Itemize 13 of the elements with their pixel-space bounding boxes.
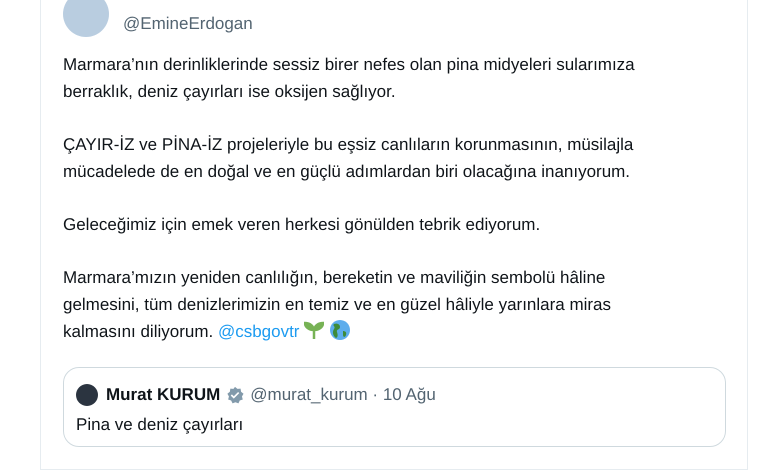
quoted-author-name[interactable]: Murat KURUM xyxy=(106,382,220,408)
globe-icon xyxy=(328,319,351,341)
tweet-paragraph: ÇAYIR-İZ ve PİNA-İZ projeleriyle bu eşsiz canlıların korunmasının, müsilajla mücadelede de en doğal ve en güçlü adımlardan biri olacağına inanıyorum. xyxy=(63,134,634,183)
quoted-handle-date: @murat_kurum · 10 Ağu xyxy=(250,384,436,406)
quoted-tweet-card[interactable]: Murat KURUM @murat_kurum · 10 Ağu Pina ve deniz çayırları xyxy=(63,367,726,446)
user-handle[interactable]: @EmineErdogan xyxy=(123,11,253,37)
tweet-paragraph: Marmara’nın derinliklerinde sessiz birer nefes olan pina midyeleri sularımıza berraklık, deniz çayırları ise oksijen sağlıyor. xyxy=(63,54,636,103)
tweet-paragraph: Marmara’mızın yeniden canlılığın, bereketin ve maviliğin sembolü hâline gelmesini, tüm denizlerimizin en temiz ve en güzel hâliyle yarınlara miras kalmasını diliyorum. @csbgovtr xyxy=(63,267,612,343)
tweet-paragraph: Geleceğimiz için emek veren herkesi gönülden tebrik ediyorum. xyxy=(63,214,542,236)
quoted-tweet-text: Pina ve deniz çayırları xyxy=(76,414,244,436)
avatar xyxy=(63,0,109,37)
seedling-icon xyxy=(304,320,324,340)
avatar xyxy=(76,384,98,406)
